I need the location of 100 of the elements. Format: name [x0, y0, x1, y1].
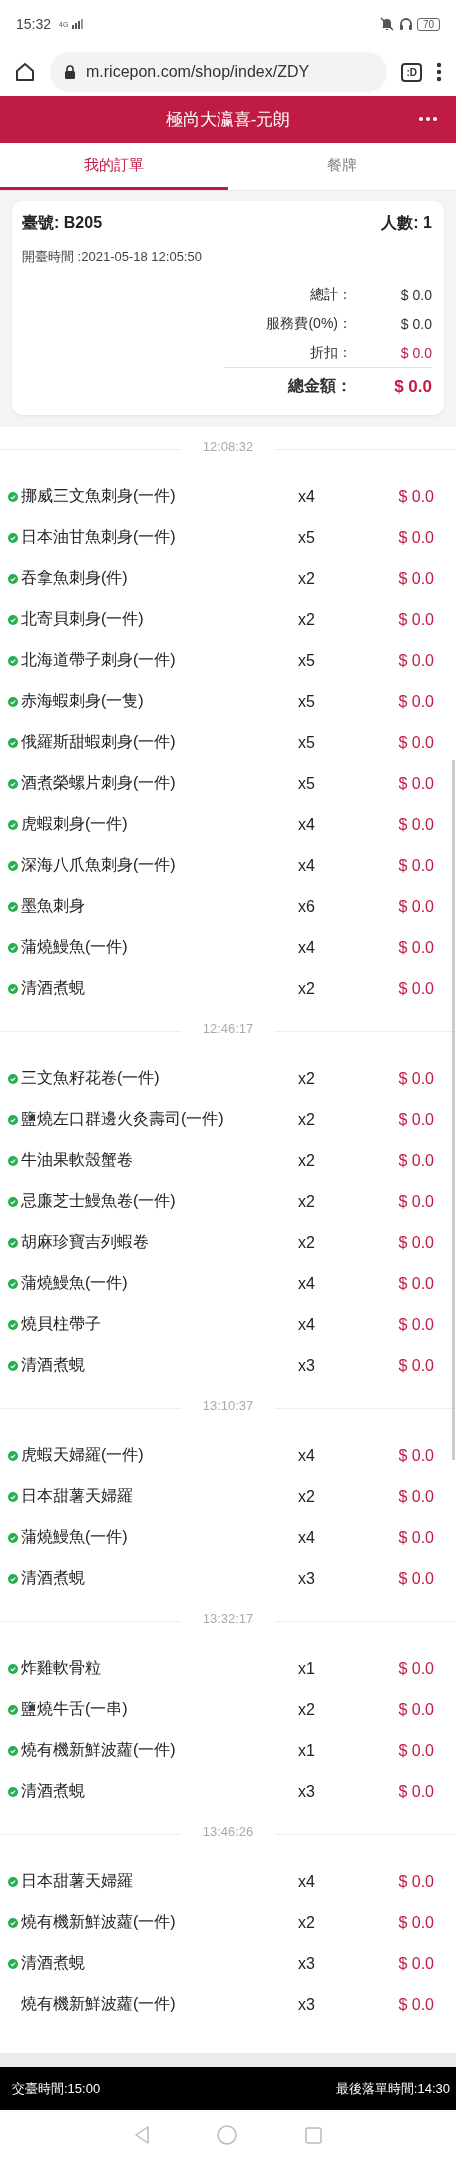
item-quantity: x4	[298, 938, 316, 957]
item-quantity: x2	[298, 1069, 316, 1088]
item-price: $ 0.0	[397, 815, 434, 834]
item-quantity: x2	[298, 979, 316, 998]
battery-level: 70	[416, 17, 440, 31]
item-price: $ 0.0	[397, 856, 434, 875]
item-name: 忌廉芝士鰻魚卷(一件)	[21, 1191, 177, 1211]
item-price: $ 0.0	[397, 528, 434, 547]
item-price: $ 0.0	[397, 1659, 434, 1678]
item-quantity: x2	[298, 1110, 316, 1129]
item-quantity: x4	[298, 1315, 316, 1334]
item-quantity: x5	[298, 774, 316, 793]
item-price: $ 0.0	[397, 1913, 434, 1932]
item-name: 日本甜薯天婦羅	[21, 1486, 134, 1506]
guest-count: 人數: 1	[381, 213, 432, 233]
summary-value: $ 0.0	[399, 286, 432, 303]
item-name: 酒煮榮螺片刺身(一件)	[21, 773, 177, 793]
item-quantity: x2	[298, 1487, 316, 1506]
item-quantity: x2	[298, 1700, 316, 1719]
item-quantity: x2	[298, 1192, 316, 1211]
item-price: $ 0.0	[397, 1315, 434, 1334]
item-quantity: x2	[298, 569, 316, 588]
summary-label: 服務費(0%)：	[265, 314, 352, 333]
menu-icon[interactable]	[436, 62, 442, 82]
item-quantity: x2	[298, 1151, 316, 1170]
item-name: 清酒煮蜆	[21, 978, 86, 998]
item-name: 日本油甘魚刺身(一件)	[21, 527, 177, 547]
item-price: $ 0.0	[397, 1446, 434, 1465]
item-quantity: x1	[298, 1659, 316, 1678]
item-price: $ 0.0	[397, 487, 434, 506]
item-price: $ 0.0	[397, 692, 434, 711]
item-name: 燒有機新鮮波蘿(一件)	[21, 1740, 177, 1760]
clock-time: 15:32	[16, 16, 52, 32]
item-price: $ 0.0	[397, 897, 434, 916]
item-name: 赤海蝦刺身(一隻)	[21, 691, 145, 711]
item-quantity: x1	[298, 1741, 316, 1760]
summary-value: $ 0.0	[399, 315, 432, 332]
summary-label: 折扣：	[309, 343, 352, 362]
item-quantity: x3	[298, 1569, 316, 1588]
item-price: $ 0.0	[397, 1110, 434, 1129]
item-name: 挪威三文魚刺身(一件)	[21, 486, 177, 506]
item-price: $ 0.0	[397, 733, 434, 752]
item-name: 燒有機新鮮波蘿(一件)	[21, 1994, 177, 2014]
item-price: $ 0.0	[397, 651, 434, 670]
url-text: m.ricepon.com/shop/index/ZDY	[86, 63, 310, 81]
home-icon[interactable]	[14, 61, 36, 83]
item-price: $ 0.0	[397, 1487, 434, 1506]
item-name: 蒲燒鰻魚(一件)	[21, 937, 129, 957]
item-quantity: x4	[298, 1274, 316, 1293]
item-price: $ 0.0	[397, 1741, 434, 1760]
item-name: 清酒煮蜆	[21, 1355, 86, 1375]
last-order-time: 最後落單時間:14:30	[335, 2079, 450, 2098]
item-quantity: x5	[298, 733, 316, 752]
item-quantity: x4	[298, 1528, 316, 1547]
item-name: 炸雞軟骨粒	[21, 1658, 102, 1678]
item-name: 北寄貝刺身(一件)	[21, 609, 145, 629]
item-name: 燒貝柱帶子	[21, 1314, 102, 1334]
item-price: $ 0.0	[397, 1995, 434, 2014]
tab-switcher-button[interactable]: :D	[401, 62, 422, 82]
item-name: 深海八爪魚刺身(一件)	[21, 855, 177, 875]
item-price: $ 0.0	[397, 1151, 434, 1170]
signal-icon	[72, 19, 85, 29]
item-quantity: x3	[298, 1356, 316, 1375]
muted-bell-icon	[378, 17, 395, 31]
item-name: 鹽燒牛舌(一串)	[21, 1699, 129, 1719]
item-name: 北海道帶子刺身(一件)	[21, 650, 177, 670]
item-price: $ 0.0	[397, 774, 434, 793]
item-quantity: x3	[298, 1995, 316, 2014]
item-price: $ 0.0	[397, 979, 434, 998]
item-price: $ 0.0	[397, 1192, 434, 1211]
item-name: 胡麻珍寶吉列蝦卷	[21, 1232, 150, 1252]
item-name: 清酒煮蜆	[21, 1568, 86, 1588]
item-name: 三文魚籽花卷(一件)	[21, 1068, 161, 1088]
item-quantity: x5	[298, 651, 316, 670]
item-price: $ 0.0	[397, 1274, 434, 1293]
item-name: 虎蝦刺身(一件)	[21, 814, 129, 834]
item-price: $ 0.0	[397, 1069, 434, 1088]
item-price: $ 0.0	[397, 1356, 434, 1375]
summary-value: $ 0.0	[393, 376, 432, 397]
item-price: $ 0.0	[397, 1872, 434, 1891]
item-name: 吞拿魚刺身(件)	[21, 568, 129, 588]
summary-label: 總金額：	[286, 376, 352, 396]
item-price: $ 0.0	[397, 1233, 434, 1252]
item-quantity: x4	[298, 1446, 316, 1465]
item-name: 俄羅斯甜蝦刺身(一件)	[21, 732, 177, 752]
summary-value: $ 0.0	[399, 344, 432, 361]
item-price: $ 0.0	[397, 610, 434, 629]
item-quantity: x6	[298, 897, 316, 916]
item-name: 清酒煮蜆	[21, 1953, 86, 1973]
item-quantity: x4	[298, 1872, 316, 1891]
item-quantity: x4	[298, 487, 316, 506]
item-price: $ 0.0	[397, 1700, 434, 1719]
item-quantity: x3	[298, 1782, 316, 1801]
item-price: $ 0.0	[397, 1954, 434, 1973]
item-name: 鹽燒左口群邊火灸壽司(一件)	[21, 1109, 225, 1129]
item-quantity: x2	[298, 1233, 316, 1252]
item-name: 虎蝦天婦羅(一件)	[21, 1445, 145, 1465]
table-number: 臺號: B205	[22, 213, 103, 233]
more-icon[interactable]	[418, 116, 438, 122]
address-bar[interactable]: m.ricepon.com/shop/index/ZDY	[50, 52, 388, 92]
